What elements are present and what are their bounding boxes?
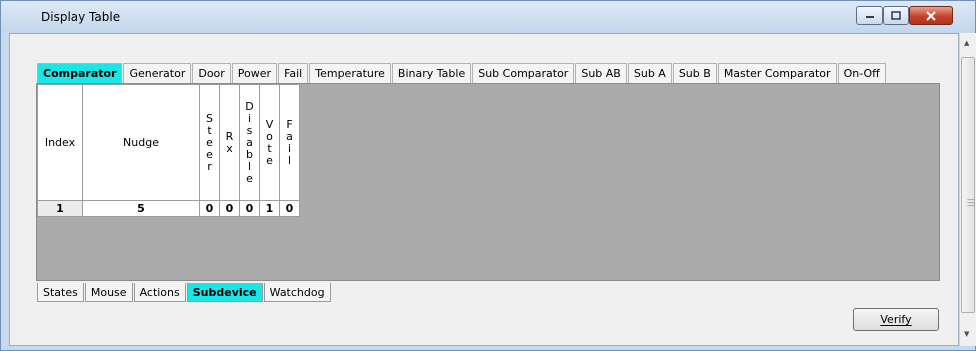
top-tab-strip: Comparator Generator Door Power Fail Tem…: [37, 63, 887, 83]
data-table: Index Nudge S t e e r R x D i s a b l e …: [37, 84, 300, 217]
scroll-thumb[interactable]: — — —: [961, 57, 975, 313]
header-vote-char: V: [265, 117, 274, 131]
cell-vote[interactable]: 1: [259, 200, 280, 217]
cell-disable[interactable]: 0: [239, 200, 260, 217]
header-fail-char: i: [287, 141, 292, 155]
header-disable-char: b: [246, 147, 253, 161]
header-disable-char: i: [247, 111, 252, 125]
header-vote-char: t: [267, 141, 272, 155]
header-fail-char: a: [286, 129, 293, 143]
cell-nudge[interactable]: 5: [82, 200, 200, 217]
verify-button[interactable]: Verify: [853, 308, 939, 331]
header-vote-char: e: [266, 153, 273, 167]
header-disable-char: l: [247, 159, 252, 173]
tab-sub-b[interactable]: Sub B: [672, 63, 717, 83]
tab-binary-table[interactable]: Binary Table: [391, 63, 472, 83]
window-title: Display Table: [41, 10, 121, 24]
tab-watchdog[interactable]: Watchdog: [263, 283, 331, 302]
header-steer[interactable]: S t e e r: [199, 84, 220, 201]
tab-subdevice[interactable]: Subdevice: [186, 283, 263, 302]
minimize-icon: [865, 15, 874, 18]
bottom-tab-strip: States Mouse Actions Subdevice Watchdog: [37, 283, 332, 302]
title-bar[interactable]: Display Table: [1, 1, 975, 33]
cell-fail[interactable]: 0: [279, 200, 300, 217]
close-button[interactable]: [909, 6, 953, 25]
tab-comparator[interactable]: Comparator: [37, 63, 123, 83]
header-disable[interactable]: D i s a b l e: [239, 84, 260, 201]
header-disable-char: D: [245, 99, 254, 113]
tab-sub-a[interactable]: Sub A: [627, 63, 672, 83]
header-fail-char: l: [287, 153, 292, 167]
cell-rx[interactable]: 0: [219, 200, 240, 217]
header-steer-char: e: [206, 147, 213, 161]
tab-power[interactable]: Power: [231, 63, 278, 83]
maximize-button[interactable]: [883, 6, 909, 25]
scroll-up-icon[interactable]: ▲: [964, 39, 969, 47]
tab-mouse[interactable]: Mouse: [84, 283, 133, 302]
close-icon: [926, 10, 936, 21]
maximize-icon: [891, 11, 901, 20]
header-disable-char: e: [246, 171, 253, 185]
tab-sub-ab[interactable]: Sub AB: [575, 63, 627, 83]
tab-temperature[interactable]: Temperature: [309, 63, 391, 83]
tab-on-off[interactable]: On-Off: [837, 63, 886, 83]
header-fail-char: F: [286, 117, 293, 131]
display-table-window: Display Table Comparator Generator Door …: [0, 0, 976, 351]
tab-generator[interactable]: Generator: [123, 63, 192, 83]
cell-steer[interactable]: 0: [199, 200, 220, 217]
tab-actions[interactable]: Actions: [133, 283, 186, 302]
tab-door[interactable]: Door: [192, 63, 231, 83]
header-disable-char: a: [246, 135, 253, 149]
minimize-button[interactable]: [856, 6, 883, 25]
data-grid: Index Nudge S t e e r R x D i s a b l e …: [36, 83, 940, 281]
header-steer-char: S: [206, 111, 213, 125]
scroll-down-icon[interactable]: ▼: [964, 330, 969, 338]
header-rx[interactable]: R x: [219, 84, 240, 201]
tab-sub-comparator[interactable]: Sub Comparator: [472, 63, 575, 83]
header-rx-char: x: [226, 141, 233, 155]
header-steer-char: r: [207, 159, 212, 173]
header-index[interactable]: Index: [37, 84, 83, 201]
vertical-scrollbar[interactable]: ▲ — — — ▼: [959, 33, 976, 346]
tab-fail[interactable]: Fail: [278, 63, 309, 83]
header-vote-char: o: [266, 129, 273, 143]
header-rx-char: R: [225, 129, 234, 143]
cell-index[interactable]: 1: [37, 200, 83, 217]
header-steer-char: t: [207, 123, 212, 137]
tab-master-comparator[interactable]: Master Comparator: [717, 63, 837, 83]
verify-label: Verify: [880, 313, 912, 326]
header-vote[interactable]: V o t e: [259, 84, 280, 201]
header-fail[interactable]: F a i l: [279, 84, 300, 201]
table-row[interactable]: 1 5 0 0 0 1 0: [37, 200, 300, 217]
tab-states[interactable]: States: [37, 283, 84, 302]
header-disable-char: s: [246, 123, 253, 137]
grip-icon: — — —: [967, 195, 975, 210]
header-nudge[interactable]: Nudge: [82, 84, 200, 201]
header-steer-char: e: [206, 135, 213, 149]
